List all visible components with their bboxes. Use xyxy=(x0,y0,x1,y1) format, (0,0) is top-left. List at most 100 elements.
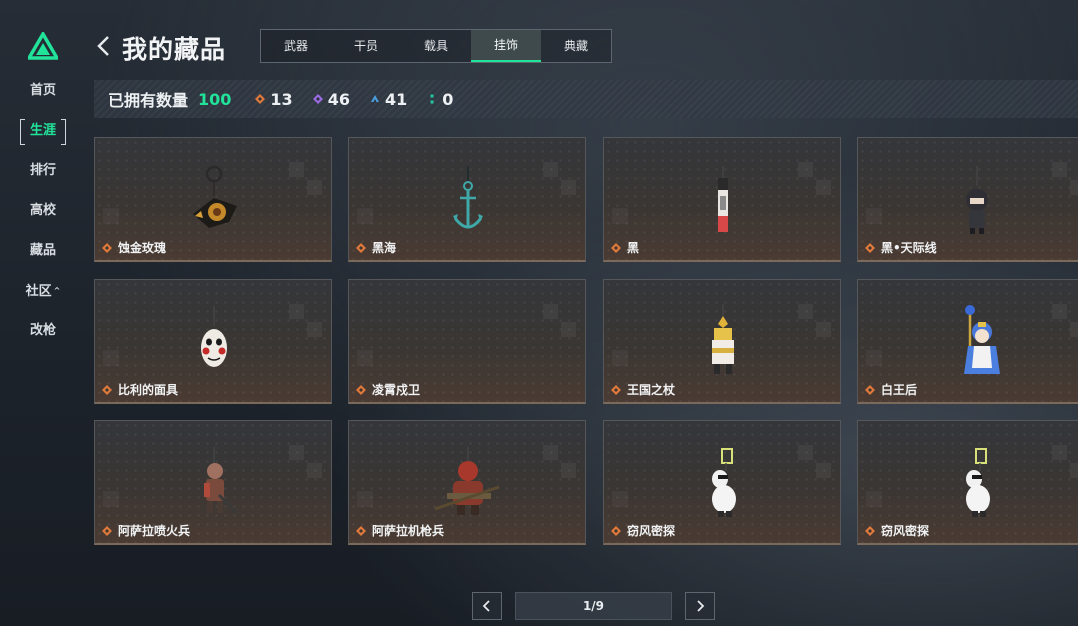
card-decoration xyxy=(1052,445,1078,479)
gunner-charm-image xyxy=(434,447,500,515)
charm-card[interactable]: 蚀金玫瑰 xyxy=(94,137,332,262)
tab-collection[interactable]: 典藏 xyxy=(541,30,611,62)
stat-orange: 13 xyxy=(255,89,293,109)
card-title: 黑海 xyxy=(372,241,397,255)
back-button[interactable] xyxy=(94,32,114,60)
nav-item-gunsmith[interactable]: 改枪 xyxy=(18,319,68,343)
card-title: 黑 xyxy=(627,241,640,255)
charm-card[interactable]: 黑•天际线 xyxy=(857,137,1078,262)
card-footer: 黑海 xyxy=(356,239,396,256)
card-title: 阿萨拉机枪兵 xyxy=(372,524,445,538)
card-footer: 王国之杖 xyxy=(611,381,675,398)
orange-rarity-icon xyxy=(356,384,366,395)
stat-value: 13 xyxy=(270,89,293,109)
next-page-button[interactable] xyxy=(685,592,715,620)
purple-rarity-icon xyxy=(312,94,323,104)
card-title: 白王后 xyxy=(881,383,918,397)
nav-item-career[interactable]: 生涯 xyxy=(18,119,68,145)
tag-charm-image xyxy=(718,166,728,232)
charm-card[interactable]: 窃风密探 xyxy=(857,420,1078,545)
orange-rarity-icon xyxy=(865,525,875,536)
card-title: 窃风密探 xyxy=(881,524,930,538)
nav-label: 高校 xyxy=(29,203,56,218)
sidebar: 首页 生涯 排行 高校 藏品 社区 ^ 改枪 xyxy=(0,0,86,626)
card-decoration xyxy=(866,491,882,507)
card-footer: 蚀金玫瑰 xyxy=(102,239,166,256)
page-indicator: 1/9 xyxy=(515,592,672,620)
nav-label: 首页 xyxy=(29,83,56,98)
orange-rarity-icon xyxy=(865,384,875,395)
card-decoration xyxy=(543,304,577,338)
category-tabs: 武器 干员 载具 挂饰 典藏 xyxy=(260,29,612,63)
nav-item-home[interactable]: 首页 xyxy=(18,79,68,103)
charm-card[interactable]: 阿萨拉机枪兵 xyxy=(348,420,586,545)
card-decoration xyxy=(798,304,832,338)
charm-card[interactable]: 黑 xyxy=(603,137,841,262)
card-decoration xyxy=(357,208,373,224)
charm-card[interactable]: 比利的面具 xyxy=(94,279,332,404)
card-decoration xyxy=(1052,162,1078,196)
card-decoration xyxy=(798,162,832,196)
queen-charm-image xyxy=(964,305,1000,374)
orange-rarity-icon xyxy=(611,525,621,536)
card-decoration xyxy=(103,491,119,507)
card-decoration xyxy=(612,350,628,366)
charm-card[interactable]: 黑海 xyxy=(348,137,586,262)
card-title: 阿萨拉喷火兵 xyxy=(118,524,191,538)
nav-label: 排行 xyxy=(29,163,56,178)
flamethrower-charm-image xyxy=(204,447,239,515)
nav-item-community[interactable]: 社区 ^ xyxy=(18,279,68,303)
scepter-charm-image xyxy=(712,304,734,374)
stat-blue: 41 xyxy=(370,90,407,109)
charm-card[interactable]: 王国之杖 xyxy=(603,279,841,404)
rabbit-charm-image xyxy=(966,448,990,517)
nav-label: 生涯 xyxy=(29,123,56,138)
stat-value: 0 xyxy=(442,89,454,109)
stat-value: 41 xyxy=(384,89,408,109)
charm-card[interactable]: 阿萨拉喷火兵 xyxy=(94,420,332,545)
stat-value: 46 xyxy=(327,89,350,109)
owned-count-label: 已拥有数量 xyxy=(108,91,189,110)
orange-rarity-icon xyxy=(102,384,112,395)
charm-card[interactable]: 白王后 xyxy=(857,279,1078,404)
golden-rose-charm-image xyxy=(193,165,237,228)
orange-rarity-icon xyxy=(356,525,366,536)
nav-label: 藏品 xyxy=(29,243,56,258)
card-decoration xyxy=(289,445,323,479)
anchor-charm-image xyxy=(453,166,483,229)
card-title: 凌霄戍卫 xyxy=(372,383,421,397)
card-decoration xyxy=(103,208,119,224)
tab-vehicles[interactable]: 载具 xyxy=(401,30,471,62)
card-title: 比利的面具 xyxy=(118,383,179,397)
card-footer: 窃风密探 xyxy=(611,522,675,539)
orange-rarity-icon xyxy=(255,94,266,104)
prev-page-button[interactable] xyxy=(472,592,502,620)
card-footer: 窃风密探 xyxy=(865,522,929,539)
charm-card[interactable]: 窃风密探 xyxy=(603,420,841,545)
tab-weapons[interactable]: 武器 xyxy=(261,30,331,62)
nav-item-collection[interactable]: 藏品 xyxy=(18,239,68,263)
figure-charm-image xyxy=(966,166,988,234)
card-decoration xyxy=(543,162,577,196)
stat-green: 0 xyxy=(427,90,453,109)
owned-total: 100 xyxy=(198,89,232,109)
nav-item-ranking[interactable]: 排行 xyxy=(18,159,68,183)
page-title: 我的藏品 xyxy=(122,35,227,64)
card-decoration xyxy=(866,208,882,224)
tab-charms[interactable]: 挂饰 xyxy=(471,30,541,62)
tab-operators[interactable]: 干员 xyxy=(331,30,401,62)
nav-label: 社区 xyxy=(25,284,52,299)
card-title: 窃风密探 xyxy=(627,524,676,538)
card-decoration xyxy=(612,491,628,507)
nav-item-university[interactable]: 高校 xyxy=(18,199,68,223)
triangle-logo-icon[interactable] xyxy=(28,32,58,60)
card-decoration xyxy=(357,491,373,507)
nav-label: 改枪 xyxy=(29,323,56,338)
mask-charm-image xyxy=(201,306,227,367)
stat-purple: 46 xyxy=(312,89,350,109)
charm-card[interactable]: 凌霄戍卫 xyxy=(348,279,586,404)
card-decoration xyxy=(866,350,882,366)
chevron-right-icon xyxy=(697,600,705,612)
card-footer: 比利的面具 xyxy=(102,381,178,398)
card-decoration xyxy=(543,445,577,479)
